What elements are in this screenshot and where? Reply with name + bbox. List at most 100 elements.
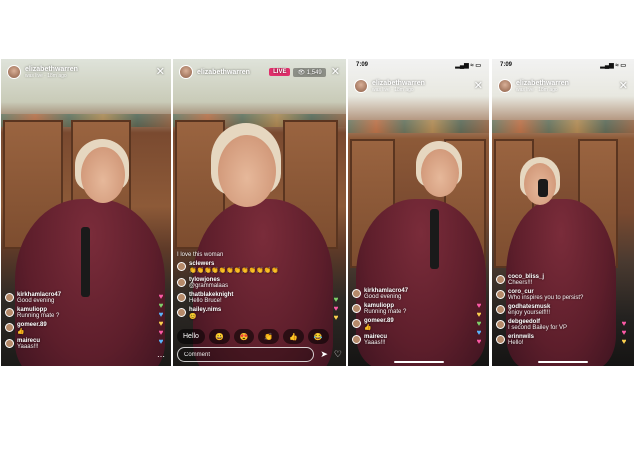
close-icon[interactable]: ✕	[156, 66, 165, 78]
quick-reaction-heart-eyes[interactable]: 😍	[233, 329, 255, 344]
broadcaster-username[interactable]: elizabethwarren	[25, 66, 78, 73]
phone-status-bar: 7:09 ▂▄▆ ≈ ▭	[348, 59, 489, 71]
bottle	[538, 179, 548, 197]
send-icon[interactable]: ➤	[320, 349, 328, 360]
avatar[interactable]	[354, 79, 368, 93]
list-item: erinnwils Hello!	[496, 334, 604, 346]
broadcaster-username[interactable]: elizabethwarren	[516, 80, 569, 87]
viewer-count: 👁 1,549	[293, 67, 326, 77]
floating-hearts: ♥ ♥ ♥ ♥ ♥ ♥	[158, 292, 164, 346]
comment-text: 😊	[189, 314, 197, 320]
comment-text: Running mate ?	[17, 313, 60, 319]
avatar[interactable]	[7, 65, 21, 79]
live-badge: LIVE	[269, 68, 291, 76]
list-item: sclewers 👏👏👏👏👏👏👏👏👏👏👏👏	[177, 261, 316, 274]
broadcast-header: elizabethwarren was live · 18m ago ✕	[348, 73, 489, 99]
comment-feed: I love this woman sclewers 👏👏👏👏👏👏👏👏👏👏👏👏 t…	[177, 249, 316, 320]
list-item: mairecu Yaaas!!!	[352, 334, 459, 346]
comment-text: Hello!	[508, 340, 524, 346]
avatar	[496, 335, 505, 344]
comment-text: 👍	[364, 325, 372, 331]
list-item: tylowjones @grammalaas	[177, 277, 316, 289]
heart-icon[interactable]: ♡	[334, 349, 342, 360]
comment-feed: kirkhamlacro47 Good evening kamuliopp Runn…	[352, 285, 459, 346]
comment-text: @grammalaas	[189, 283, 229, 289]
list-item: coro_cur Who inspires you to persist?	[496, 289, 604, 301]
comment-text: Good evening	[364, 294, 402, 300]
comment-text: I second Bailey for VP	[508, 325, 568, 331]
live-video-panel-2: elizabethwarren LIVE 👁 1,549 ✕ I love th…	[173, 59, 346, 366]
avatar	[352, 319, 361, 328]
broadcaster-username[interactable]: elizabethwarren	[372, 80, 425, 87]
status-time: 7:09	[500, 62, 513, 68]
list-item: debgeedolf I second Bailey for VP	[496, 319, 604, 331]
home-indicator[interactable]	[538, 361, 588, 363]
avatar	[5, 339, 14, 348]
broadcast-status: was live · 18m ago	[25, 72, 67, 79]
avatar	[177, 278, 186, 287]
broadcast-header: elizabethwarren was live · 18m ago ✕	[492, 73, 634, 99]
status-icons: ▂▄▆ ≈ ▭	[455, 62, 481, 69]
shelf-items	[492, 120, 634, 133]
avatar	[352, 335, 361, 344]
list-item: I love this woman	[177, 252, 316, 258]
avatar[interactable]	[179, 65, 193, 79]
floating-hearts: ♥ ♥ ♥	[333, 295, 339, 322]
quick-reaction-thumbs-up[interactable]: 👍	[283, 329, 304, 344]
avatar	[496, 305, 505, 314]
comment-text: enjoy yourself!!!	[508, 310, 551, 316]
list-item: mairecu Yaaas!!!	[5, 338, 141, 350]
comment-text: Cheers!!!	[508, 280, 533, 286]
close-icon[interactable]: ✕	[619, 80, 628, 92]
comment-feed: coco_bliss_j Cheers!!! coro_cur Who inspir…	[496, 271, 604, 346]
list-item: thatblakeknight Hello Bruce!	[177, 292, 316, 304]
avatar	[177, 262, 186, 271]
list-item: kirkhamlacro47 Good evening	[5, 292, 141, 304]
quick-reaction-clap[interactable]: 👏	[258, 329, 280, 344]
bottle	[430, 209, 439, 269]
avatar	[5, 308, 14, 317]
broadcast-header: elizabethwarren LIVE 👁 1,549 ✕	[173, 59, 346, 85]
status-icons: ▂▄▆ ≈ ▭	[600, 62, 626, 69]
broadcast-status: was live · 18m ago	[372, 86, 414, 93]
list-item: gomeer.89 👍	[5, 322, 141, 335]
comment-text: Yaaas!!!	[364, 340, 386, 346]
phone-status-bar: 7:09 ▂▄▆ ≈ ▭	[492, 59, 634, 71]
close-icon[interactable]: ✕	[331, 66, 340, 78]
comment-text: Running mate ?	[364, 309, 407, 315]
speaker-face	[81, 147, 125, 203]
speaker-face	[421, 149, 459, 197]
avatar	[496, 275, 505, 284]
broadcast-header: elizabethwarren was live · 18m ago ✕	[1, 59, 171, 85]
live-video-panel-4: 7:09 ▂▄▆ ≈ ▭ elizabethwarren was live · …	[492, 59, 634, 366]
avatar[interactable]	[498, 79, 512, 93]
more-options-icon[interactable]: ⋯	[157, 352, 165, 361]
comment-composer: ➤ ♡	[177, 347, 342, 362]
broadcaster-username[interactable]: elizabethwarren	[197, 69, 250, 76]
close-icon[interactable]: ✕	[474, 80, 483, 92]
comment-input[interactable]	[177, 347, 315, 362]
list-item: hailey.nims 😊	[177, 307, 316, 320]
live-video-panel-1: elizabethwarren was live · 18m ago ✕ kir…	[1, 59, 171, 366]
quick-reaction-hello[interactable]: Hello	[177, 329, 205, 344]
floating-hearts: ♥ ♥ ♥	[621, 319, 627, 346]
quick-reaction-laugh[interactable]: 😂	[307, 329, 329, 344]
comment-text: I love this woman	[177, 252, 224, 258]
bottle	[81, 227, 90, 297]
comment-text: Good evening	[17, 298, 55, 304]
live-video-panel-3: 7:09 ▂▄▆ ≈ ▭ elizabethwarren was live · …	[348, 59, 489, 366]
list-item: kirkhamlacro47 Good evening	[352, 288, 459, 300]
comment-text: Yaaas!!!	[17, 344, 39, 350]
quick-reactions: Hello 😀 😍 👏 👍 😂	[177, 329, 342, 344]
list-item: kamuliopp Running mate ?	[352, 303, 459, 315]
home-indicator[interactable]	[393, 361, 444, 363]
quick-reaction-grin[interactable]: 😀	[208, 329, 230, 344]
comment-feed: kirkhamlacro47 Good evening kamuliopp Runn…	[5, 289, 141, 350]
list-item: kamuliopp Running mate ?	[5, 307, 141, 319]
comment-text: 👍	[17, 329, 25, 335]
avatar	[352, 289, 361, 298]
comment-text: Hello Bruce!	[189, 298, 222, 304]
list-item: gomeer.89 👍	[352, 318, 459, 331]
list-item: coco_bliss_j Cheers!!!	[496, 274, 604, 286]
comment-text: Who inspires you to persist?	[508, 295, 584, 301]
